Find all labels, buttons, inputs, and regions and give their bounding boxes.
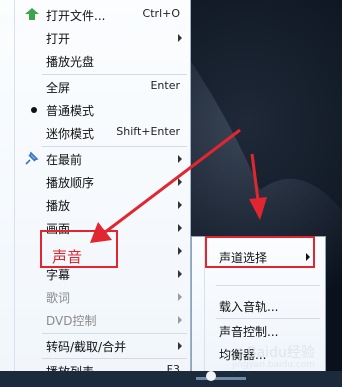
arrow-to-channel-select — [249, 153, 267, 220]
arrow-to-sound — [90, 128, 241, 243]
baidu-watermark-url: jingyan.baidu.com — [232, 360, 316, 370]
annotation-arrows — [90, 128, 267, 243]
baidu-watermark: Baidu经验 — [247, 345, 315, 361]
